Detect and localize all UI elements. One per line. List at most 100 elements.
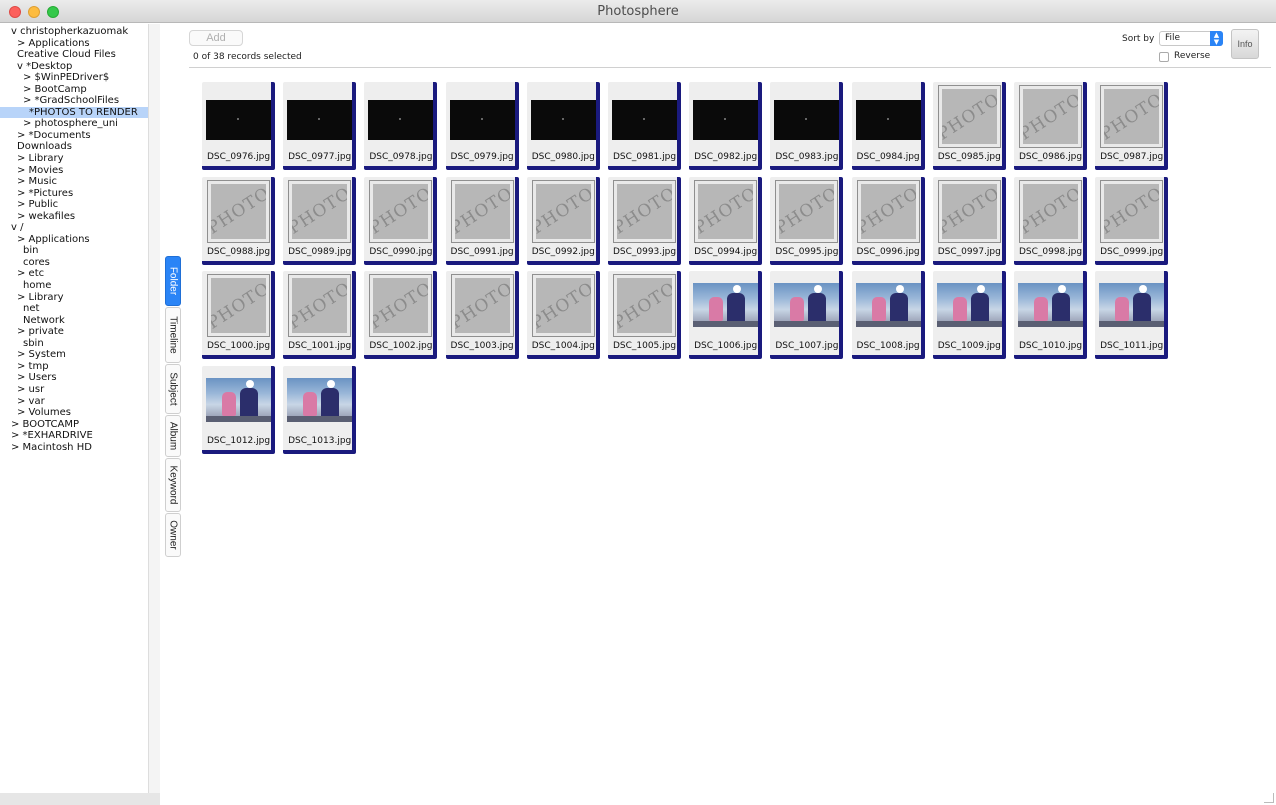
photo-tile[interactable]: DSC_1010.jpg [1014,271,1087,359]
photo-tile[interactable]: PHOTO DSC_0990.jpg [364,176,438,265]
info-button[interactable]: Info [1231,29,1259,59]
sidebar-scrollbar[interactable] [148,24,160,793]
tree-item[interactable]: v / [0,222,148,234]
tree-item[interactable]: > $WinPEDriver$ [0,72,148,84]
photo-tile[interactable]: DSC_1006.jpg [689,271,763,359]
photo-tile[interactable]: DSC_1009.jpg [932,271,1006,359]
tree-item[interactable]: > Library [0,292,148,304]
tree-item[interactable]: > photosphere_uni [0,118,148,130]
photo-tile[interactable]: PHOTO DSC_0995.jpg [770,176,844,265]
tree-item[interactable]: > Applications [0,38,148,50]
tree-item[interactable]: v christopherkazuomak [0,26,148,38]
photo-thumbnail [287,377,353,422]
add-button[interactable]: Add [189,30,243,46]
photo-filename: DSC_0992.jpg [531,246,595,257]
photo-tile[interactable]: PHOTO DSC_0987.jpg [1095,82,1169,170]
tree-item[interactable]: cores [0,257,148,269]
tree-item[interactable]: > usr [0,384,148,396]
tree-item[interactable]: v *Desktop [0,61,148,73]
photo-tile[interactable]: DSC_0983.jpg [770,82,844,170]
photo-tile[interactable]: PHOTO DSC_1000.jpg [202,271,275,359]
photo-tile[interactable]: PHOTO DSC_0991.jpg [445,176,519,265]
photo-tile[interactable]: DSC_0979.jpg [445,82,519,170]
tree-item[interactable]: > Movies [0,165,148,177]
tree-item[interactable]: home [0,280,148,292]
photo-tile[interactable]: PHOTO DSC_0999.jpg [1095,176,1169,265]
placeholder-text: PHOTO [857,183,919,239]
tree-item[interactable]: > Music [0,176,148,188]
photo-filename: DSC_1005.jpg [612,341,677,351]
folder-tree[interactable]: v christopherkazuomak > Applications Creat… [0,24,148,793]
photo-tile[interactable]: DSC_1013.jpg [283,365,357,454]
tree-item[interactable]: > Volumes [0,407,148,419]
photo-tile[interactable]: DSC_1008.jpg [851,271,925,359]
photo-filename: DSC_1003.jpg [450,341,514,351]
tab-keyword[interactable]: Keyword [165,458,181,512]
tree-item[interactable]: > var [0,396,148,408]
tree-item[interactable]: > *Documents [0,130,148,142]
tree-item[interactable]: > System [0,349,148,361]
tree-item[interactable]: > wekafiles [0,211,148,223]
tree-item[interactable]: > *Pictures [0,188,148,200]
tree-item[interactable]: > BOOTCAMP [0,419,148,431]
tree-item[interactable]: > tmp [0,361,148,373]
tree-item[interactable]: Downloads [0,141,148,153]
tab-album[interactable]: Album [165,415,181,457]
photo-tile[interactable]: PHOTO DSC_0998.jpg [1014,176,1087,265]
reverse-checkbox[interactable] [1159,52,1169,62]
photo-tile[interactable]: DSC_0976.jpg [202,82,275,170]
tab-subject[interactable]: Subject [165,364,181,414]
photo-tile[interactable]: PHOTO DSC_0992.jpg [526,176,600,265]
photo-tile[interactable]: PHOTO DSC_1001.jpg [283,271,357,359]
photo-tile[interactable]: PHOTO DSC_0989.jpg [283,176,357,265]
photo-tile[interactable]: DSC_0984.jpg [851,82,925,170]
tree-item[interactable]: *PHOTOS TO RENDER [0,106,148,119]
photo-tile[interactable]: PHOTO DSC_1005.jpg [608,271,681,359]
tab-owner[interactable]: Owner [165,513,181,557]
tree-item[interactable]: Creative Cloud Files [0,49,148,61]
tree-item[interactable]: Network [0,315,148,327]
photo-tile[interactable]: DSC_1012.jpg [202,365,275,454]
photo-filename: DSC_1011.jpg [1100,341,1164,351]
tree-item[interactable]: > *GradSchoolFiles [0,95,148,107]
photo-filename: DSC_0999.jpg [1100,246,1164,257]
photo-tile[interactable]: DSC_0982.jpg [689,82,763,170]
tab-label: Timeline [167,316,179,354]
tree-item[interactable]: > Applications [0,234,148,246]
photo-tile[interactable]: PHOTO DSC_0994.jpg [689,176,763,265]
photo-tile[interactable]: DSC_1011.jpg [1095,271,1169,359]
sort-by-label: Sort by [1122,34,1155,44]
tree-item[interactable]: net [0,303,148,315]
photo-tile[interactable]: PHOTO DSC_1002.jpg [364,271,438,359]
photo-tile[interactable]: DSC_0977.jpg [283,82,357,170]
photo-tile[interactable]: DSC_0981.jpg [608,82,681,170]
photo-tile[interactable]: PHOTO DSC_1003.jpg [445,271,519,359]
tree-item[interactable]: > Public [0,199,148,211]
photo-tile[interactable]: DSC_0978.jpg [364,82,438,170]
sort-by-select[interactable]: File ▲ ▼ [1159,31,1223,46]
resize-grip-icon[interactable] [1264,793,1274,803]
tree-item[interactable]: > etc [0,268,148,280]
photo-tile[interactable]: PHOTO DSC_0988.jpg [202,176,275,265]
tree-item[interactable]: > *EXHARDRIVE [0,430,148,442]
photo-tile[interactable]: PHOTO DSC_0996.jpg [851,176,925,265]
tree-item[interactable]: > Macintosh HD [0,442,148,454]
tree-item[interactable]: > BootCamp [0,84,148,96]
photo-placeholder-icon: PHOTO [857,180,919,242]
tree-item[interactable]: > Users [0,372,148,384]
tree-item[interactable]: > private [0,326,148,338]
tab-timeline[interactable]: Timeline [165,307,181,363]
placeholder-text: PHOTO [208,183,269,239]
photo-tile[interactable]: PHOTO DSC_0997.jpg [932,176,1006,265]
photo-tile[interactable]: DSC_0980.jpg [526,82,600,170]
photo-tile[interactable]: PHOTO DSC_0986.jpg [1014,82,1087,170]
photo-filename: DSC_0986.jpg [1018,152,1083,162]
photo-tile[interactable]: PHOTO DSC_1004.jpg [526,271,600,359]
tree-item[interactable]: sbin [0,338,148,350]
tree-item[interactable]: bin [0,245,148,257]
photo-tile[interactable]: DSC_1007.jpg [770,271,844,359]
photo-tile[interactable]: PHOTO DSC_0985.jpg [932,82,1006,170]
tree-item[interactable]: > Library [0,153,148,165]
photo-tile[interactable]: PHOTO DSC_0993.jpg [608,176,681,265]
tab-folder[interactable]: Folder [165,256,181,306]
